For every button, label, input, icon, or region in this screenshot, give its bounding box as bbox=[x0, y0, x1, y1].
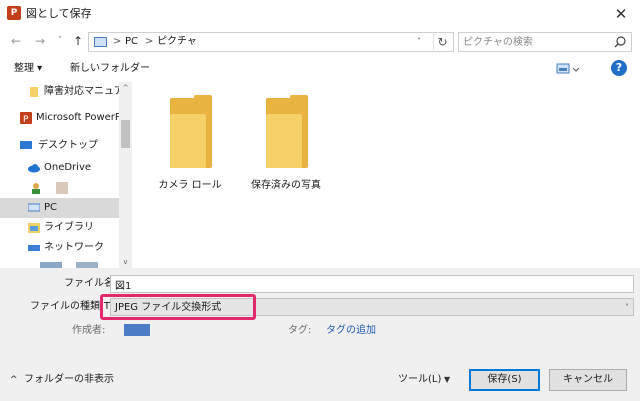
window-title: 図として保存 bbox=[26, 7, 92, 20]
search-box[interactable] bbox=[458, 32, 632, 52]
breadcrumb-separator-icon[interactable]: > bbox=[145, 35, 153, 49]
tools-label: ツール(L) bbox=[398, 374, 442, 385]
computer-icon bbox=[94, 37, 107, 47]
organize-button[interactable]: 整理 ▾ bbox=[10, 61, 46, 77]
sidebar-item-user[interactable] bbox=[0, 178, 119, 198]
sidebar-item-libraries[interactable]: ライブラリ bbox=[0, 218, 119, 238]
folder-camera-roll[interactable]: カメラ ロール bbox=[142, 92, 238, 191]
user-icon bbox=[32, 183, 40, 194]
filename-input[interactable] bbox=[110, 275, 634, 293]
new-folder-button[interactable]: 新しいフォルダー bbox=[66, 61, 154, 77]
breadcrumb-separator-icon: > bbox=[113, 36, 122, 47]
sidebar-item-onedrive[interactable]: OneDrive bbox=[0, 158, 119, 178]
folder-name: 保存済みの写真 bbox=[251, 180, 321, 191]
svg-text:P: P bbox=[23, 115, 29, 124]
chevron-down-icon[interactable]: ˅ bbox=[417, 35, 421, 49]
help-icon[interactable]: ? bbox=[611, 60, 627, 76]
address-row: ← → ˅ ↑ > PC > ピクチャ ˅ ↻ bbox=[0, 28, 640, 56]
sidebar-item-network[interactable]: ネットワーク bbox=[0, 238, 119, 258]
folder-saved-pictures[interactable]: 保存済みの写真 bbox=[238, 92, 334, 191]
folder-name: カメラ ロール bbox=[158, 180, 222, 191]
dropdown-arrow-icon: ▼ bbox=[444, 375, 451, 384]
navigation-pane: 障害対応マニュアル P Microsoft PowerPoint デスクトップ … bbox=[0, 82, 132, 268]
cancel-button[interactable]: キャンセル bbox=[549, 369, 627, 391]
forward-icon[interactable]: → bbox=[32, 33, 48, 49]
folder-icon bbox=[266, 95, 308, 168]
chevron-up-icon: ^ bbox=[10, 375, 18, 385]
computer-icon bbox=[28, 203, 40, 212]
sidebar-item-powerpoint[interactable]: P Microsoft PowerPoint bbox=[0, 108, 119, 128]
command-toolbar: 整理 ▾ 新しいフォルダー ? bbox=[0, 56, 640, 82]
title-bar: P 図として保存 ✕ bbox=[0, 0, 640, 28]
user-avatar bbox=[56, 182, 68, 194]
back-icon[interactable]: ← bbox=[8, 33, 24, 49]
change-view-icon[interactable] bbox=[556, 62, 580, 76]
breadcrumb-pictures[interactable]: ピクチャ bbox=[157, 35, 197, 49]
cloud-icon bbox=[28, 164, 40, 173]
author-value[interactable] bbox=[124, 324, 150, 336]
search-input[interactable] bbox=[463, 35, 611, 49]
sidebar-item-label: OneDrive bbox=[44, 162, 92, 173]
scroll-up-icon[interactable]: ^ bbox=[119, 82, 132, 94]
folder-icon bbox=[30, 87, 38, 97]
chevron-down-icon[interactable]: ˅ bbox=[625, 300, 629, 315]
sidebar-item-label: Microsoft PowerPoint bbox=[36, 112, 119, 123]
add-tag-link[interactable]: タグの追加 bbox=[326, 323, 376, 339]
desktop-icon bbox=[20, 141, 32, 149]
folder-icon bbox=[170, 95, 212, 168]
library-icon bbox=[28, 223, 40, 233]
sidebar-item-label: デスクトップ bbox=[38, 140, 98, 151]
save-button[interactable]: 保存(S) bbox=[469, 369, 540, 391]
sidebar-item-label: PC bbox=[44, 202, 58, 213]
sidebar-item-label: 障害対応マニュアル bbox=[44, 86, 119, 97]
save-form: ファイル名(N): ファイルの種類(T): JPEG ファイル交換形式 ˅ 作成… bbox=[0, 268, 640, 401]
scrollbar-thumb[interactable] bbox=[121, 120, 130, 148]
sidebar-item-label: ネットワーク bbox=[44, 242, 104, 253]
file-list: カメラ ロール 保存済みの写真 bbox=[132, 82, 640, 268]
recent-locations-icon[interactable]: ˅ bbox=[52, 33, 68, 49]
sidebar-item-pc[interactable]: PC bbox=[0, 198, 119, 218]
refresh-icon[interactable]: ↻ bbox=[433, 34, 451, 50]
powerpoint-app-icon: P bbox=[7, 6, 21, 20]
search-icon[interactable] bbox=[613, 35, 627, 49]
breadcrumb-pc[interactable]: PC bbox=[125, 35, 138, 49]
scroll-down-icon[interactable]: v bbox=[119, 256, 132, 268]
hide-folders-label: フォルダーの非表示 bbox=[24, 374, 114, 385]
sidebar-item-manual-folder[interactable]: 障害対応マニュアル bbox=[0, 82, 119, 102]
network-icon bbox=[28, 245, 40, 251]
save-as-picture-dialog: P 図として保存 ✕ ← → ˅ ↑ > PC > ピクチャ ˅ ↻ 整理 ▾ … bbox=[0, 0, 640, 401]
highlight-annotation bbox=[100, 294, 256, 320]
address-bar[interactable]: > PC > ピクチャ ˅ ↻ bbox=[88, 32, 454, 52]
sidebar-item-label: ライブラリ bbox=[44, 222, 94, 233]
up-icon[interactable]: ↑ bbox=[70, 33, 86, 49]
tools-button[interactable]: ツール(L) ▼ bbox=[394, 371, 460, 389]
tag-label: タグ: bbox=[288, 325, 312, 336]
author-label: 作成者: bbox=[72, 325, 106, 336]
close-button[interactable]: ✕ bbox=[610, 4, 632, 24]
sidebar-item-desktop[interactable]: デスクトップ bbox=[0, 136, 119, 156]
powerpoint-icon: P bbox=[20, 112, 32, 124]
navigation-scrollbar[interactable]: ^ v bbox=[119, 82, 132, 268]
